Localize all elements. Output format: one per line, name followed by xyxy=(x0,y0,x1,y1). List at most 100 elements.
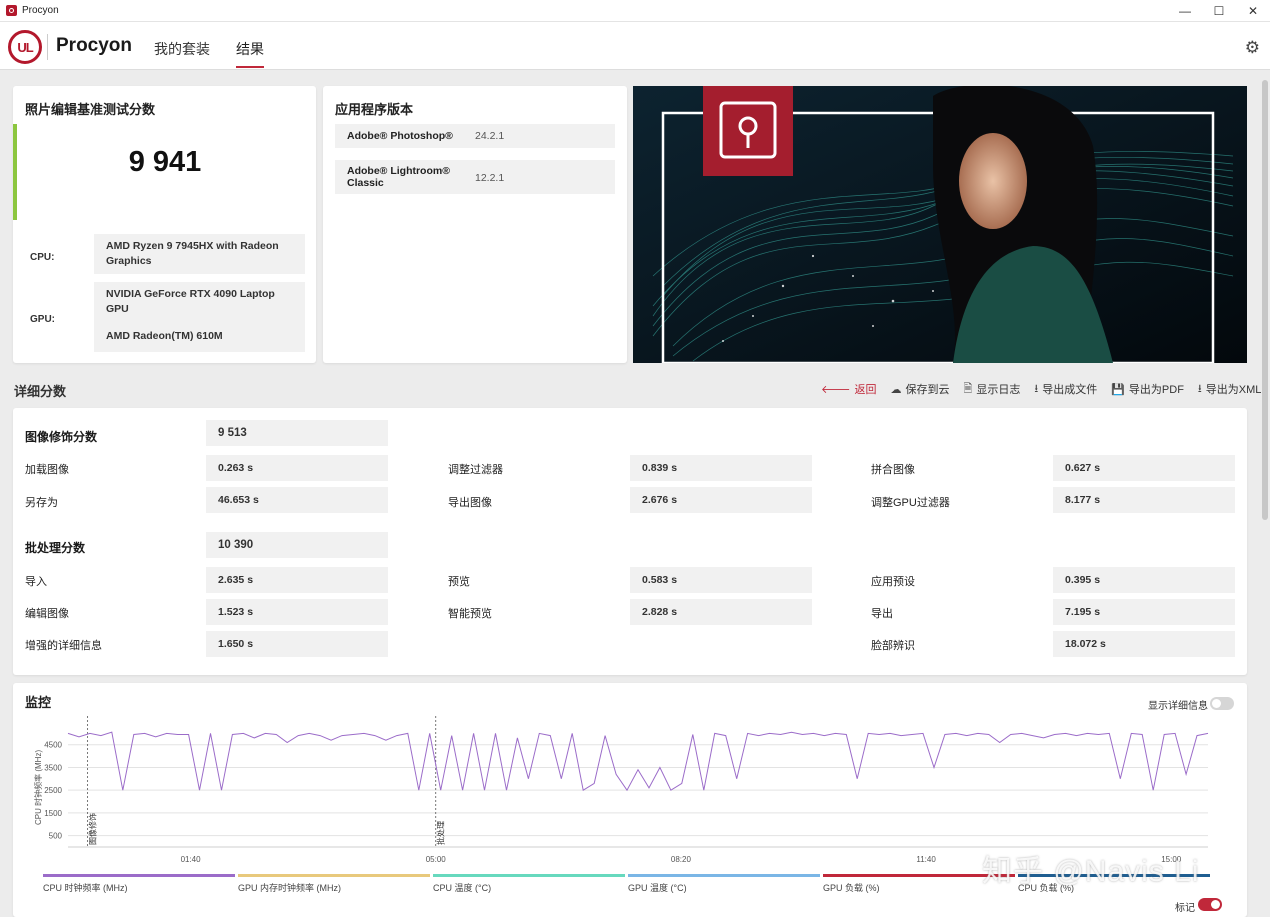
window-title: Procyon xyxy=(22,5,59,16)
gpu-value: NVIDIA GeForce RTX 4090 Laptop GPU AMD R… xyxy=(94,282,305,352)
app-name: Adobe® Photoshop® xyxy=(347,130,453,142)
export-xml-button[interactable]: ⭳ 导出为XML xyxy=(1197,382,1261,397)
close-button[interactable]: ✕ xyxy=(1236,0,1270,22)
y-tick-label: 500 xyxy=(49,832,63,841)
gpu-value-secondary: AMD Radeon(TM) 610M xyxy=(106,330,223,342)
metric-value: 8.177 s xyxy=(1053,487,1235,513)
app-name: Adobe® Lightroom® Classic xyxy=(347,165,450,189)
y-tick-label: 3500 xyxy=(44,763,62,772)
metric-value: 0.839 s xyxy=(630,455,812,481)
gpu-value-primary: NVIDIA GeForce RTX 4090 Laptop GPU xyxy=(106,288,275,315)
back-button[interactable]: 🡐 返回 xyxy=(821,382,877,396)
x-tick-label: 05:00 xyxy=(426,855,447,864)
score-card-title: 照片编辑基准测试分数 xyxy=(25,102,156,117)
metric-label: 预览 xyxy=(448,576,470,588)
metric-value: 0.263 s xyxy=(206,455,388,481)
hero-illustration xyxy=(633,86,1247,363)
cpu-value: AMD Ryzen 9 7945HX with Radeon Graphics xyxy=(94,234,305,274)
metric-label: 另存为 xyxy=(25,497,58,509)
app-version-card: 应用程序版本 Adobe® Photoshop® 24.2.1 Adobe® L… xyxy=(323,86,627,363)
retouch-score-label: 图像修饰分数 xyxy=(25,430,98,444)
batch-score-value: 10 390 xyxy=(206,532,388,558)
metric-label: 智能预览 xyxy=(448,608,492,620)
legend-label: GPU 内存时钟频率 (MHz) xyxy=(238,883,341,893)
metric-value: 0.583 s xyxy=(630,567,812,593)
x-tick-label: 11:40 xyxy=(916,855,936,864)
app-version: 24.2.1 xyxy=(475,130,505,142)
ul-logo: UL xyxy=(8,30,42,64)
marker-label: 批处理 xyxy=(436,821,446,845)
back-arrow-icon: 🡐 xyxy=(821,384,851,396)
y-tick-label: 4500 xyxy=(44,741,62,750)
legend-item[interactable]: GPU 温度 (°C) xyxy=(628,874,820,894)
show-log-button[interactable]: 🗎 显示日志 xyxy=(963,382,1021,397)
metric-value: 1.523 s xyxy=(206,599,388,625)
metric-label: 应用预设 xyxy=(871,576,915,588)
maximize-button[interactable]: ☐ xyxy=(1202,0,1236,22)
metric-label: 调整GPU过滤器 xyxy=(871,497,950,509)
minimize-button[interactable]: — xyxy=(1168,0,1202,22)
results-toolbar: 🡐 返回 ☁ 保存到云 🗎 显示日志 ⭳ 导出成文件 💾 导出为PDF ⭳ 导出为XML xyxy=(807,382,1261,397)
watermark: 知乎 @Navis Li xyxy=(982,855,1200,888)
metric-value: 2.828 s xyxy=(630,599,812,625)
metric-value: 2.635 s xyxy=(206,567,388,593)
cloud-icon: ☁ xyxy=(890,383,902,396)
marker-label: 图像修饰 xyxy=(88,813,98,845)
legend-item[interactable]: CPU 温度 (°C) xyxy=(433,874,625,894)
metric-value: 18.072 s xyxy=(1053,631,1235,657)
download-icon: ⭳ xyxy=(1034,382,1039,395)
batch-score-label: 批处理分数 xyxy=(25,541,86,555)
cpu-label: CPU: xyxy=(30,252,55,263)
gpu-label: GPU: xyxy=(30,314,55,325)
y-axis-label: CPU 时钟频率 (MHz) xyxy=(33,750,43,825)
markers-label: 标记 xyxy=(1175,903,1195,914)
detailed-scores-title: 详细分数 xyxy=(14,384,67,399)
app-version: 12.2.1 xyxy=(475,172,505,184)
metric-label: 增强的详细信息 xyxy=(25,640,102,652)
legend-swatch xyxy=(628,874,820,877)
legend-swatch xyxy=(433,874,625,877)
score-card: 照片编辑基准测试分数 9 941 CPU: AMD Ryzen 9 7945HX… xyxy=(13,86,316,363)
metric-label: 脸部辨识 xyxy=(871,640,915,652)
markers-toggle[interactable] xyxy=(1198,898,1222,911)
metric-label: 编辑图像 xyxy=(25,608,69,620)
metric-value: 46.653 s xyxy=(206,487,388,513)
scrollbar[interactable] xyxy=(1262,80,1268,520)
version-row: Adobe® Photoshop® 24.2.1 xyxy=(335,124,615,148)
y-tick-label: 1500 xyxy=(44,809,62,818)
download-icon: ⭳ xyxy=(1197,382,1202,395)
metric-label: 导出 xyxy=(871,608,893,620)
metric-label: 拼合图像 xyxy=(871,464,915,476)
y-tick-label: 2500 xyxy=(44,786,62,795)
legend-label: CPU 时钟频率 (MHz) xyxy=(43,883,128,893)
tab-my-suites[interactable]: 我的套装 xyxy=(154,39,210,59)
export-pdf-button[interactable]: 💾 导出为PDF xyxy=(1111,382,1184,397)
metric-label: 导入 xyxy=(25,576,47,588)
legend-label: CPU 温度 (°C) xyxy=(433,883,492,893)
brand-divider xyxy=(47,34,48,60)
legend-swatch xyxy=(238,874,430,877)
metric-label: 加载图像 xyxy=(25,464,69,476)
brand-name: Procyon xyxy=(56,35,133,56)
version-row: Adobe® Lightroom® Classic 12.2.1 xyxy=(335,160,615,194)
show-details-toggle[interactable] xyxy=(1210,697,1234,710)
metric-value: 1.650 s xyxy=(206,631,388,657)
save-icon: 💾 xyxy=(1111,383,1125,396)
tab-results[interactable]: 结果 xyxy=(236,39,264,68)
legend-item[interactable]: CPU 时钟频率 (MHz) xyxy=(43,874,235,894)
metric-value: 0.627 s xyxy=(1053,455,1235,481)
procyon-app-icon xyxy=(6,5,17,16)
app-header: UL Procyon 我的套装 结果 ⚙ xyxy=(0,22,1270,70)
legend-label: GPU 温度 (°C) xyxy=(628,883,687,893)
export-file-button[interactable]: ⭳ 导出成文件 xyxy=(1034,382,1097,397)
gear-icon[interactable]: ⚙ xyxy=(1245,38,1260,58)
metric-label: 导出图像 xyxy=(448,497,492,509)
legend-item[interactable]: GPU 内存时钟频率 (MHz) xyxy=(238,874,430,894)
document-icon: 🗎 xyxy=(963,382,973,395)
metric-label: 调整过滤器 xyxy=(448,464,503,476)
save-to-cloud-button[interactable]: ☁ 保存到云 xyxy=(890,382,950,397)
hero-image xyxy=(633,86,1247,363)
metric-value: 0.395 s xyxy=(1053,567,1235,593)
x-tick-label: 01:40 xyxy=(181,855,202,864)
metric-value: 2.676 s xyxy=(630,487,812,513)
